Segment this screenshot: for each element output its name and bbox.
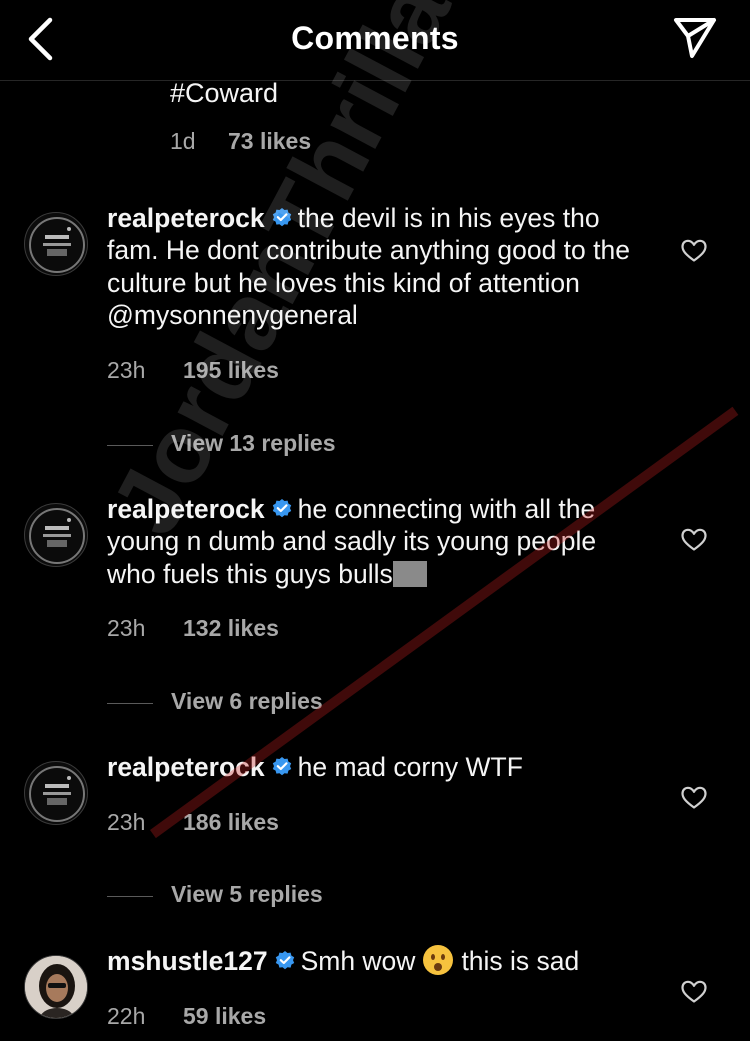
- replies-divider: [107, 703, 153, 704]
- comment-username[interactable]: mshustle127: [107, 946, 268, 976]
- previous-comment-text: #Coward: [170, 78, 279, 108]
- comment-time: 23h: [107, 615, 146, 641]
- view-replies-label[interactable]: View 6 replies: [171, 688, 323, 715]
- avatar[interactable]: [24, 503, 88, 567]
- comment-body-end: this is sad: [461, 946, 580, 976]
- verified-badge-icon: [272, 208, 291, 227]
- view-replies-label[interactable]: View 5 replies: [171, 881, 323, 908]
- comment-text: realpeterock he mad corny WTF: [107, 751, 647, 783]
- avatar-logo-icon: [29, 508, 85, 564]
- avatar-photo-icon: [25, 956, 87, 1018]
- censor-block: [392, 560, 427, 587]
- comment-likes[interactable]: 73 likes: [228, 128, 311, 155]
- comment-meta: 23h 186 likes: [107, 809, 279, 836]
- like-heart-icon[interactable]: [681, 980, 707, 1004]
- comment-meta: 22h 59 likes: [107, 1003, 266, 1030]
- previous-comment-meta: 1d 73 likes: [170, 128, 311, 155]
- view-replies-label[interactable]: View 13 replies: [171, 430, 336, 457]
- direct-message-icon[interactable]: [672, 16, 718, 60]
- comment-username[interactable]: realpeterock: [107, 752, 265, 782]
- avatar[interactable]: [24, 955, 88, 1019]
- replies-divider: [107, 896, 153, 897]
- replies-divider: [107, 445, 153, 446]
- page-title: Comments: [291, 20, 459, 56]
- avatar-logo-icon: [29, 217, 85, 273]
- comment-username[interactable]: realpeterock: [107, 494, 265, 524]
- comment-meta: 23h 195 likes: [107, 357, 279, 384]
- like-heart-icon[interactable]: [681, 528, 707, 552]
- hushed-face-emoji-icon: [423, 945, 454, 975]
- comment-likes[interactable]: 132 likes: [183, 615, 279, 642]
- like-heart-icon[interactable]: [681, 239, 707, 263]
- avatar[interactable]: [24, 212, 88, 276]
- header-bar: Comments: [0, 0, 750, 81]
- comment-username[interactable]: realpeterock: [107, 203, 265, 233]
- comment-text: mshustle127 Smh wow this is sad: [107, 945, 647, 977]
- comment-time: 23h: [107, 809, 146, 835]
- comment-likes[interactable]: 59 likes: [183, 1003, 266, 1030]
- comment-text: realpeterock he connecting with all the y…: [107, 493, 607, 590]
- comment-time: 1d: [170, 128, 196, 154]
- avatar-logo-icon: [29, 766, 85, 822]
- comment-time: 22h: [107, 1003, 146, 1029]
- verified-badge-icon: [272, 757, 291, 776]
- like-heart-icon[interactable]: [681, 786, 707, 810]
- comment-body: Smh wow: [300, 946, 416, 976]
- verified-badge-icon: [275, 951, 294, 970]
- avatar[interactable]: [24, 761, 88, 825]
- comment-time: 23h: [107, 357, 146, 383]
- comment-likes[interactable]: 195 likes: [183, 357, 279, 384]
- verified-badge-icon: [272, 499, 291, 518]
- comment-meta: 23h 132 likes: [107, 615, 279, 642]
- comment-likes[interactable]: 186 likes: [183, 809, 279, 836]
- comment-text: realpeterock the devil is in his eyes tho…: [107, 202, 647, 331]
- comment-body: he mad corny WTF: [297, 752, 523, 782]
